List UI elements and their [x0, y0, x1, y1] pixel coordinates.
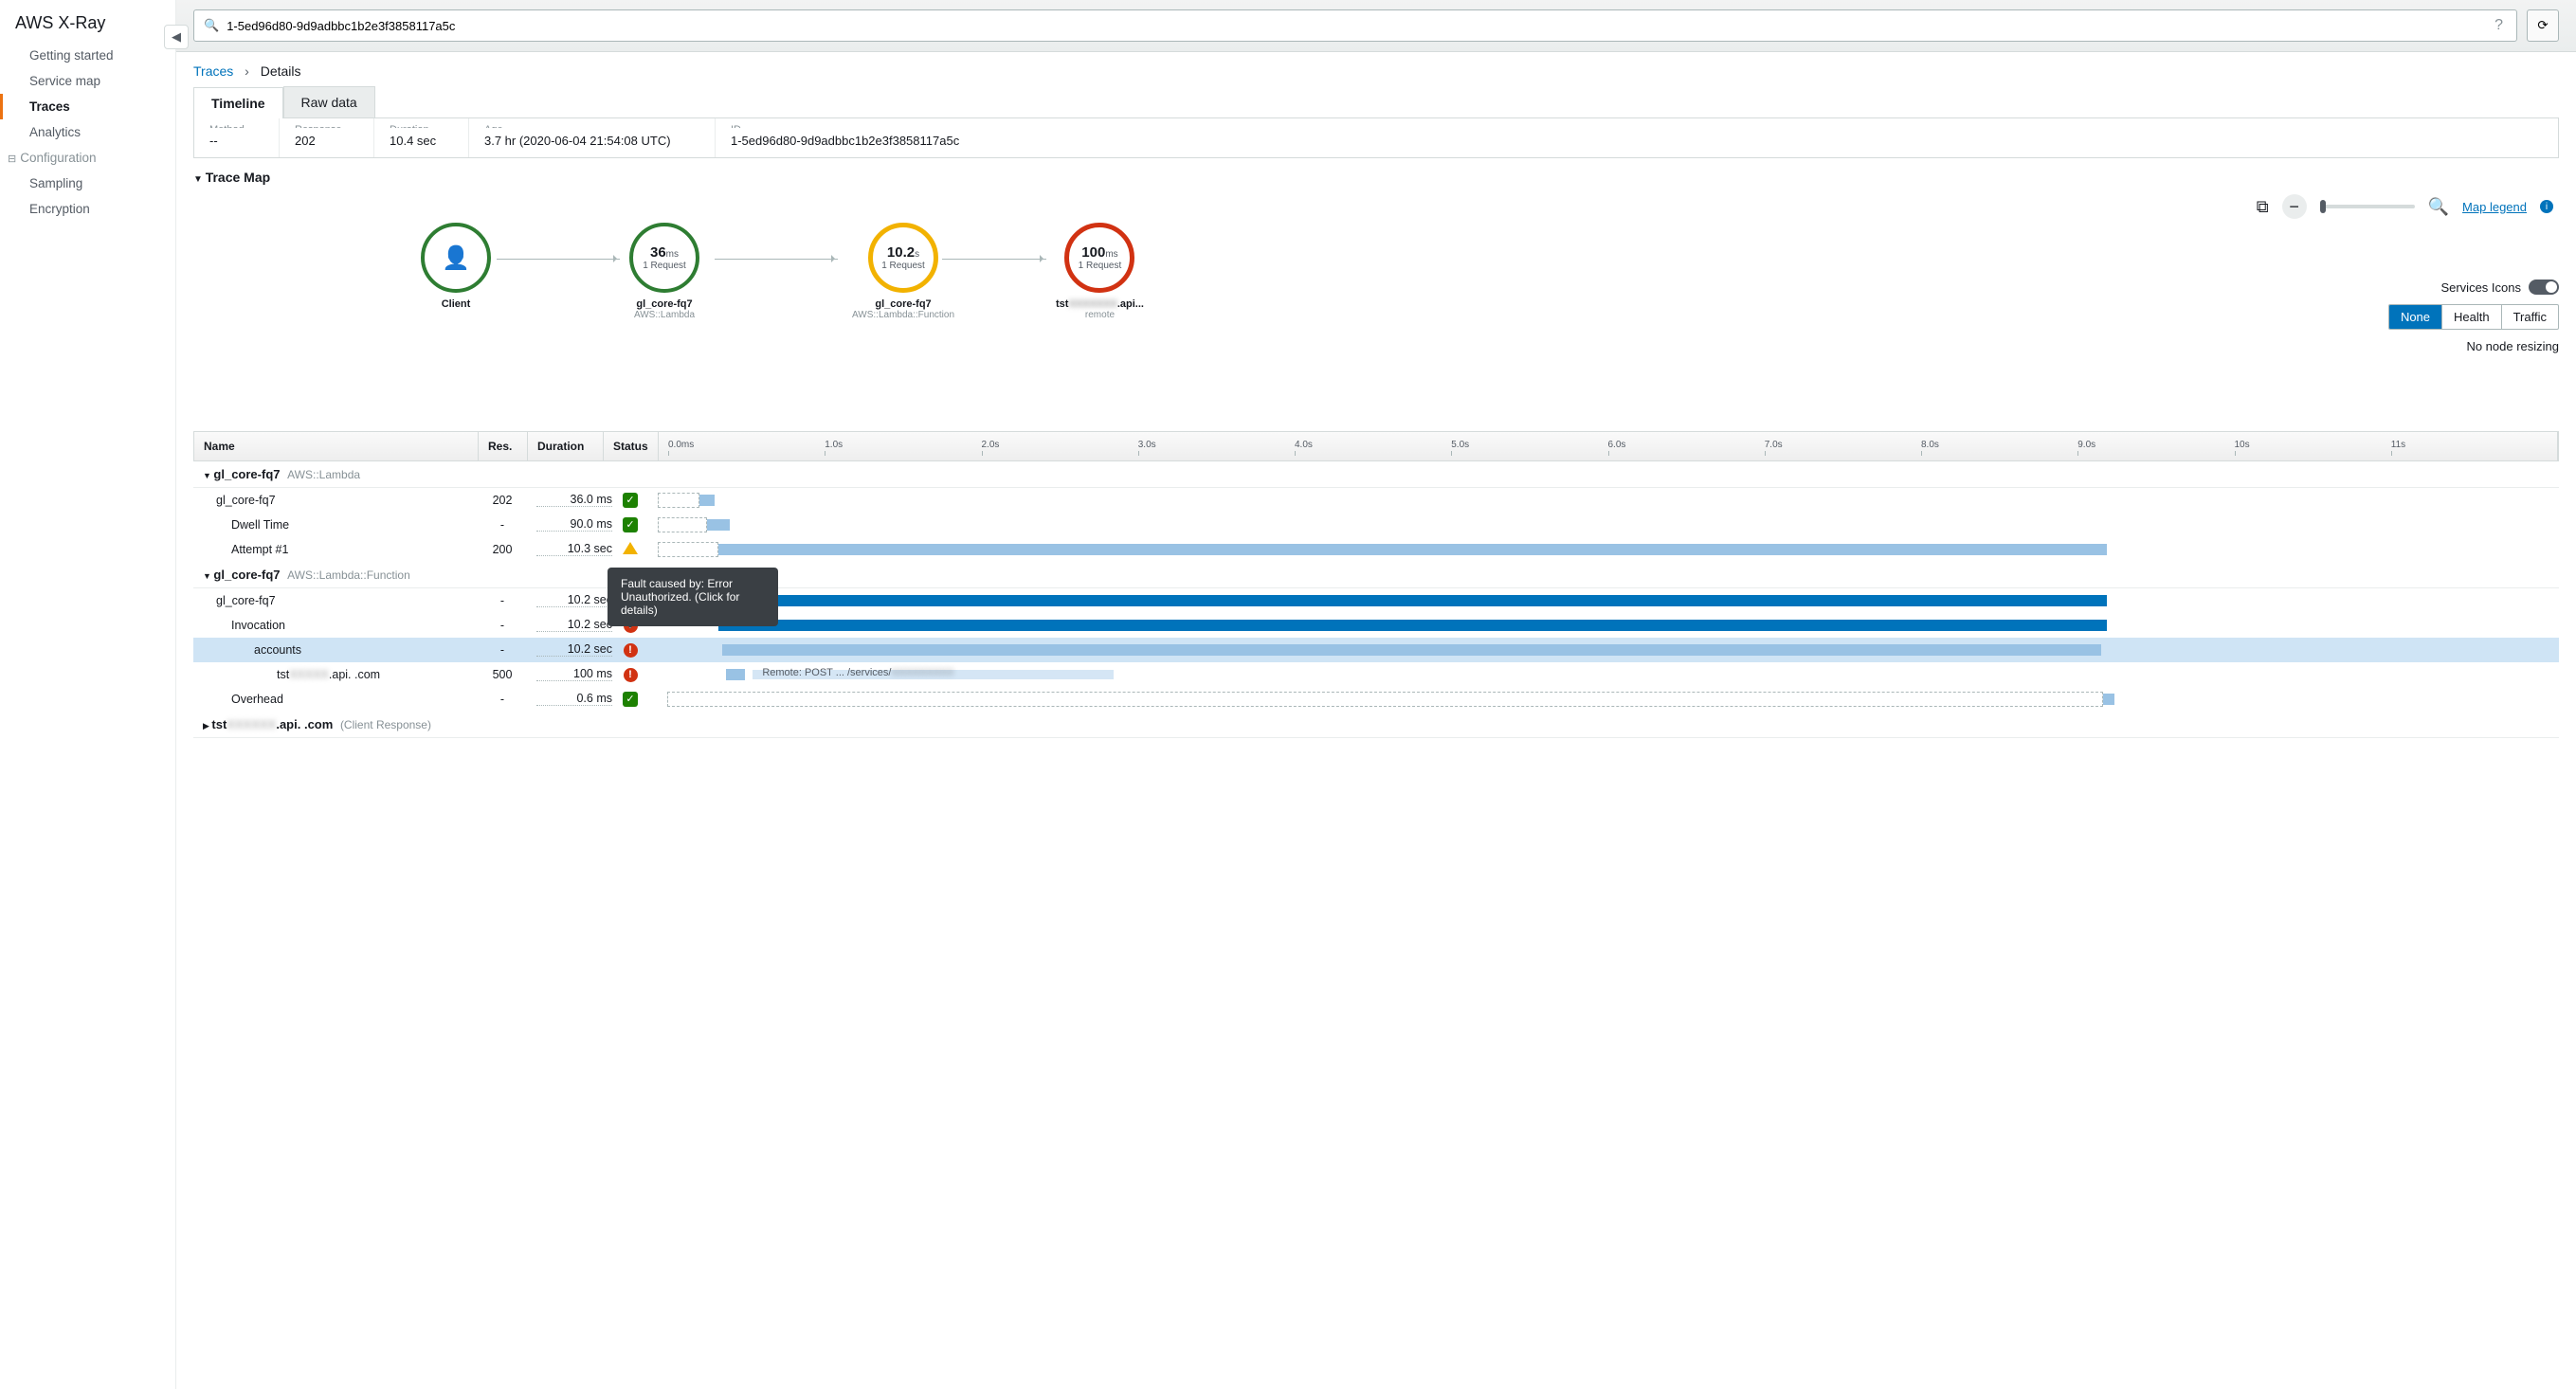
info-icon[interactable]: i	[2540, 200, 2553, 213]
resize-mode-group: None Health Traffic	[2388, 304, 2559, 330]
trace-row[interactable]: gl_core-fq720236.0 ms✓	[193, 488, 2559, 513]
breadcrumb-sep: ›	[245, 63, 249, 79]
map-node-remote[interactable]: 100ms 1 Request	[1064, 223, 1134, 293]
zoom-in-icon[interactable]: 🔍	[2428, 197, 2449, 217]
trace-row[interactable]: tstXXXXX.api. .com500100 ms!Remote: POST…	[193, 662, 2559, 687]
breadcrumb-parent[interactable]: Traces	[193, 63, 233, 79]
group-row[interactable]: gl_core-fq7 AWS::Lambda::Function	[193, 562, 2559, 588]
trace-map[interactable]: 👤 Client 36ms 1 Request gl_core-fq7 AWS:…	[193, 223, 2559, 412]
trace-row[interactable]: accounts-10.2 sec!	[193, 638, 2559, 662]
breadcrumb: Traces › Details	[176, 52, 2576, 86]
sidebar: AWS X-Ray Getting started Service map Tr…	[0, 0, 176, 1389]
nav-encryption[interactable]: Encryption	[0, 196, 175, 222]
services-icons-label: Services Icons	[2440, 280, 2521, 295]
map-legend-link[interactable]: Map legend	[2462, 200, 2527, 214]
status-warn-icon	[623, 534, 638, 554]
no-resize-label: No node resizing	[2388, 339, 2559, 353]
status-ok-icon: ✓	[623, 517, 638, 532]
map-node-lambda-function[interactable]: 10.2s 1 Request	[868, 223, 938, 293]
nav-getting-started[interactable]: Getting started	[0, 43, 175, 68]
tabs: Timeline Raw data	[193, 86, 2559, 118]
timeline-header: Name Res. Duration Status 0.0ms1.0s2.0s3…	[193, 431, 2559, 461]
summary-method: --	[209, 134, 263, 148]
trace-summary: Method-- Response202 Duration10.4 sec Ag…	[193, 118, 2559, 158]
nav-analytics[interactable]: Analytics	[0, 119, 175, 145]
group-row[interactable]: tstXXXXXX.api. .com (Client Response)	[193, 712, 2559, 738]
summary-duration: 10.4 sec	[390, 134, 453, 148]
trace-row[interactable]: Overhead-0.6 ms✓	[193, 687, 2559, 712]
sidebar-title: AWS X-Ray	[0, 9, 175, 43]
sidebar-collapse-button[interactable]: ◀	[164, 25, 189, 49]
nav-sampling[interactable]: Sampling	[0, 171, 175, 196]
map-controls: Services Icons None Health Traffic No no…	[2388, 280, 2559, 353]
section-trace-map[interactable]: Trace Map	[176, 158, 2576, 190]
status-ok-icon: ✓	[623, 692, 638, 707]
summary-id: 1-5ed96d80-9d9adbbc1b2e3f3858117a5c	[731, 134, 2543, 148]
help-icon[interactable]: ?	[2494, 17, 2503, 34]
tab-timeline[interactable]: Timeline	[193, 87, 283, 118]
breadcrumb-current: Details	[261, 63, 301, 79]
fit-icon[interactable]: ⧉	[2257, 197, 2269, 217]
status-err-icon: !	[624, 643, 638, 658]
trace-row[interactable]: Invocation-10.2 sec!	[193, 613, 2559, 638]
search-input[interactable]	[227, 19, 2487, 33]
status-ok-icon: ✓	[623, 493, 638, 508]
refresh-button[interactable]: ⟳	[2527, 9, 2559, 42]
summary-age: 3.7 hr (2020-06-04 21:54:08 UTC)	[484, 134, 699, 148]
search-icon: 🔍	[204, 18, 219, 33]
zoom-out-icon[interactable]: −	[2282, 194, 2307, 219]
mode-none[interactable]: None	[2389, 305, 2442, 329]
services-icons-toggle[interactable]	[2529, 280, 2559, 295]
search-field-wrap: 🔍 ?	[193, 9, 2517, 42]
main-content: 🔍 ? ⟳ Traces › Details Timeline Raw data…	[176, 0, 2576, 1389]
status-err-icon: !	[624, 668, 638, 682]
mode-health[interactable]: Health	[2442, 305, 2502, 329]
trace-row[interactable]: gl_core-fq7-10.2 sec!	[193, 588, 2559, 613]
map-toolbar: ⧉ − 🔍 Map legend i	[176, 190, 2576, 223]
trace-row[interactable]: Dwell Time-90.0 ms✓	[193, 513, 2559, 537]
summary-response: 202	[295, 134, 358, 148]
tab-raw-data[interactable]: Raw data	[283, 86, 375, 117]
user-icon: 👤	[442, 244, 470, 272]
nav-traces[interactable]: Traces	[0, 94, 175, 119]
fault-tooltip[interactable]: Fault caused by: Error Unauthorized. (Cl…	[608, 568, 778, 626]
group-row[interactable]: gl_core-fq7 AWS::Lambda	[193, 461, 2559, 488]
nav-group-configuration[interactable]: Configuration	[0, 145, 175, 171]
search-toolbar: 🔍 ? ⟳	[176, 0, 2576, 52]
map-node-client[interactable]: 👤	[421, 223, 491, 293]
mode-traffic[interactable]: Traffic	[2502, 305, 2558, 329]
trace-row[interactable]: Attempt #120010.3 sec	[193, 537, 2559, 562]
zoom-slider[interactable]	[2320, 205, 2415, 208]
nav-service-map[interactable]: Service map	[0, 68, 175, 94]
map-node-lambda[interactable]: 36ms 1 Request	[629, 223, 699, 293]
timeline-ticks: 0.0ms1.0s2.0s3.0s4.0s5.0s6.0s7.0s8.0s9.0…	[659, 432, 2558, 460]
